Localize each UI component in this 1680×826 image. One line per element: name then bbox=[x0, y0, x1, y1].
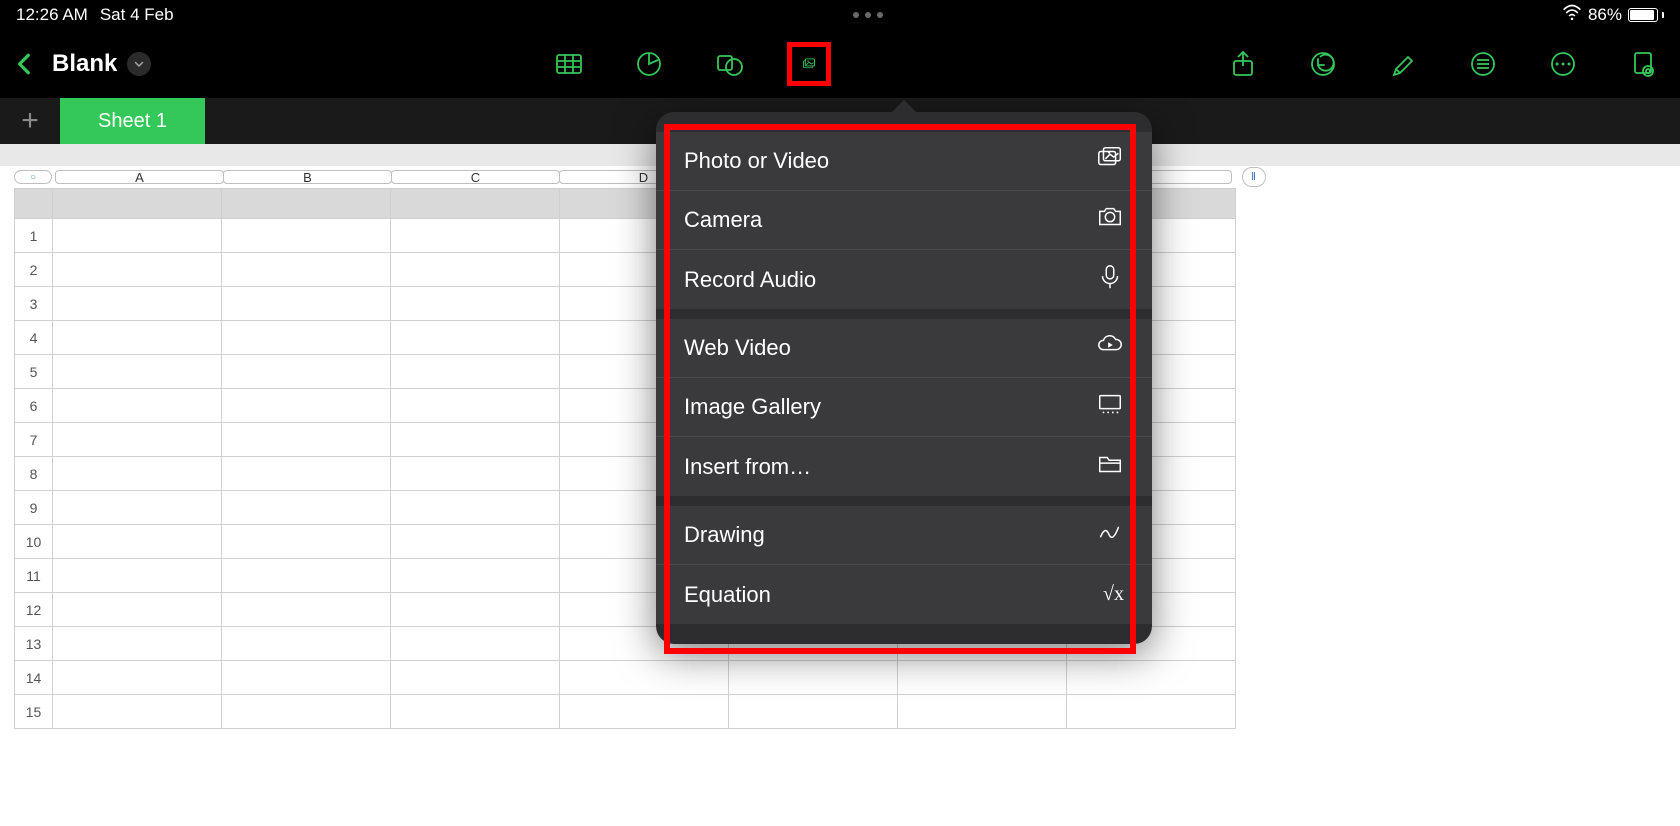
row-header[interactable]: 8 bbox=[15, 457, 53, 491]
status-date: Sat 4 Feb bbox=[100, 5, 174, 25]
photo-video-icon bbox=[1096, 144, 1124, 178]
menu-label: Image Gallery bbox=[684, 394, 821, 420]
row-header[interactable]: 2 bbox=[15, 253, 53, 287]
back-button[interactable] bbox=[10, 49, 40, 79]
equation-icon: √x bbox=[1103, 583, 1124, 606]
row-header[interactable]: 5 bbox=[15, 355, 53, 389]
insert-shape-button[interactable] bbox=[712, 47, 746, 81]
row-header[interactable]: 7 bbox=[15, 423, 53, 457]
row-header[interactable]: 3 bbox=[15, 287, 53, 321]
row-header[interactable]: 14 bbox=[15, 661, 53, 695]
menu-label: Camera bbox=[684, 207, 762, 233]
insert-media-button[interactable] bbox=[792, 47, 826, 81]
status-bar: 12:26 AM Sat 4 Feb 86% bbox=[0, 0, 1680, 30]
menu-item-web-video[interactable]: Web Video bbox=[656, 319, 1152, 378]
col-header[interactable]: C bbox=[391, 170, 560, 184]
undo-button[interactable] bbox=[1306, 47, 1340, 81]
format-brush-button[interactable] bbox=[1386, 47, 1420, 81]
menu-item-camera[interactable]: Camera bbox=[656, 191, 1152, 250]
menu-label: Equation bbox=[684, 582, 771, 608]
scribble-icon bbox=[1096, 518, 1124, 552]
insert-media-popover: Photo or Video Camera Record Audio Web V… bbox=[656, 112, 1152, 644]
sheet-tab-active[interactable]: Sheet 1 bbox=[60, 98, 205, 144]
chevron-down-icon bbox=[127, 52, 151, 76]
gallery-icon bbox=[1096, 390, 1124, 424]
col-header[interactable]: B bbox=[223, 170, 392, 184]
row-header[interactable]: 1 bbox=[15, 219, 53, 253]
document-title[interactable]: Blank bbox=[52, 50, 151, 78]
menu-item-insert-from[interactable]: Insert from… bbox=[656, 437, 1152, 496]
add-sheet-button[interactable]: + bbox=[0, 98, 60, 144]
microphone-icon bbox=[1096, 263, 1124, 297]
folder-icon bbox=[1096, 450, 1124, 484]
menu-item-photo-video[interactable]: Photo or Video bbox=[656, 132, 1152, 191]
col-header[interactable]: A bbox=[55, 170, 224, 184]
menu-item-equation[interactable]: Equation √x bbox=[656, 565, 1152, 624]
row-header[interactable]: 4 bbox=[15, 321, 53, 355]
row-header[interactable]: 13 bbox=[15, 627, 53, 661]
select-all-handle[interactable]: ○ bbox=[14, 170, 52, 184]
row-header[interactable]: 6 bbox=[15, 389, 53, 423]
menu-item-record-audio[interactable]: Record Audio bbox=[656, 250, 1152, 309]
insert-chart-button[interactable] bbox=[632, 47, 666, 81]
menu-item-drawing[interactable]: Drawing bbox=[656, 506, 1152, 565]
status-time: 12:26 AM bbox=[16, 5, 88, 25]
battery-icon bbox=[1628, 8, 1664, 22]
row-header[interactable]: 9 bbox=[15, 491, 53, 525]
document-settings-button[interactable] bbox=[1626, 47, 1660, 81]
multitask-dots[interactable] bbox=[174, 12, 1562, 18]
cell-format-button[interactable] bbox=[1466, 47, 1500, 81]
toolbar: Blank bbox=[0, 30, 1680, 98]
more-button[interactable] bbox=[1546, 47, 1580, 81]
wifi-icon bbox=[1562, 3, 1582, 28]
row-header[interactable]: 15 bbox=[15, 695, 53, 729]
row-header[interactable]: 11 bbox=[15, 559, 53, 593]
camera-icon bbox=[1096, 203, 1124, 237]
row-header[interactable]: 10 bbox=[15, 525, 53, 559]
share-button[interactable] bbox=[1226, 47, 1260, 81]
menu-label: Drawing bbox=[684, 522, 765, 548]
insert-table-button[interactable] bbox=[552, 47, 586, 81]
menu-label: Record Audio bbox=[684, 267, 816, 293]
menu-item-image-gallery[interactable]: Image Gallery bbox=[656, 378, 1152, 437]
menu-label: Web Video bbox=[684, 335, 791, 361]
battery-percent: 86% bbox=[1588, 5, 1622, 25]
menu-label: Insert from… bbox=[684, 454, 811, 480]
cloud-play-icon bbox=[1096, 331, 1124, 365]
row-header[interactable]: 12 bbox=[15, 593, 53, 627]
columns-add-handle[interactable]: ‖ bbox=[1242, 167, 1266, 187]
document-title-text: Blank bbox=[52, 50, 117, 78]
menu-label: Photo or Video bbox=[684, 148, 829, 174]
